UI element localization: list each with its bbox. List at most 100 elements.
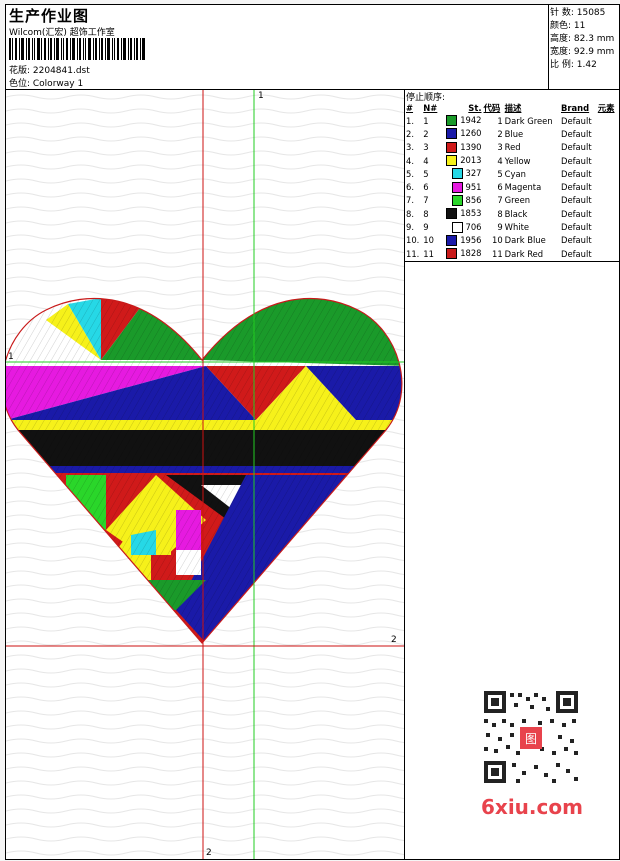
sheet-header: 生产作业图 Wilcom(汇宏) 超饰工作室 花版: 2204841.dst 色… [6,5,619,90]
row-stitches: 706 [465,221,482,232]
row-element-cell [597,234,618,247]
row-index-cell: 9. [405,220,422,233]
row-brand-cell: Default [560,167,597,180]
row-brand: Default [561,142,592,153]
row-needle: 3 [423,142,429,153]
row-index: 9. [406,222,414,233]
stitch-count: 针 数: 15085 [550,8,606,18]
col-element: 元素 [597,102,615,113]
row-brand-cell: Default [560,247,597,260]
row-index: 4. [406,155,414,166]
row-element-cell [597,180,618,193]
row-needle-cell: 7 [422,194,440,207]
row-code: 5 [497,168,503,179]
row-needle-cell: 1 [422,114,440,127]
color-swatch-icon [451,181,463,193]
row-code-cell: 2 [483,127,504,140]
row-code-cell: 8 [483,207,504,220]
row-needle-cell: 4 [422,154,440,167]
col-index: # [406,102,414,113]
row-index-cell: 11. [405,247,422,260]
row-index-cell: 2. [405,127,422,140]
guide-label-2-right: 2 [391,635,397,645]
row-brand: Default [561,222,592,233]
row-code: 6 [497,182,503,193]
row-brand: Default [561,128,592,139]
row-needle: 4 [423,155,429,166]
row-description-cell: Red [504,141,560,154]
row-element-cell [597,247,618,260]
row-stitches: 1828 [460,248,482,259]
row-index: 5. [406,168,414,179]
stop-rows: 1. 1 1942 1 Dark Green Default 2. 2 1260 2 Blue Def… [405,114,618,260]
row-brand: Default [561,168,592,179]
page-title: 生产作业图 [9,7,90,25]
row-needle-cell: 9 [422,220,440,233]
row-stitches-cell: 327 [440,167,482,180]
row-needle-cell: 5 [422,167,440,180]
row-stitches: 327 [465,168,482,179]
row-stitches: 1390 [460,141,482,152]
row-index-cell: 5. [405,167,422,180]
row-stitches-cell: 951 [440,180,482,193]
row-stitches-cell: 1853 [440,207,482,220]
col-code: 代码 [483,102,501,113]
color-swatch-icon [446,128,458,140]
col-description: 描述 [504,102,522,113]
row-code-cell: 10 [483,234,504,247]
row-element-cell [597,167,618,180]
row-description-cell: Yellow [504,154,560,167]
row-description: Blue [504,128,524,139]
row-index-cell: 1. [405,114,422,127]
row-needle: 11 [423,248,434,259]
row-element-cell [597,141,618,154]
row-element-cell [597,207,618,220]
design-scale: 比 例: 1.42 [550,60,597,70]
design-stats: 针 数: 15085 颜色: 11 高度: 82.3 mm 宽度: 92.9 m… [550,7,614,72]
row-code: 3 [497,142,503,153]
row-brand-cell: Default [560,141,597,154]
row-needle-cell: 8 [422,207,440,220]
row-description: Dark Red [504,248,544,259]
row-code: 8 [497,208,503,219]
row-brand: Default [561,248,592,259]
row-element-cell [597,154,618,167]
row-index: 10. [406,235,420,246]
row-code: 9 [497,222,503,233]
row-stitches-cell: 1942 [440,114,482,127]
table-row: 7. 7 856 7 Green Default [405,194,618,207]
qr-logo-text: 图 [525,732,537,746]
row-stitches: 1853 [460,208,482,219]
barcode-icon [9,38,145,60]
color-swatch-icon [446,141,458,153]
row-index-cell: 8. [405,207,422,220]
row-element-cell [597,220,618,233]
row-element-cell [597,194,618,207]
row-stitches: 2013 [460,155,482,166]
row-code-cell: 6 [483,180,504,193]
row-description: Black [504,208,528,219]
row-needle-cell: 10 [422,234,440,247]
row-description-cell: Blue [504,127,560,140]
row-description: Dark Green [504,115,553,126]
row-code: 11 [492,248,503,259]
embroidery-preview: 1 1 2 2 [6,90,405,859]
table-row: 1. 1 1942 1 Dark Green Default [405,114,618,127]
row-brand: Default [561,208,592,219]
row-code-cell: 4 [483,154,504,167]
company-subtitle: Wilcom(汇宏) 超饰工作室 [9,28,115,38]
row-code-cell: 1 [483,114,504,127]
table-row: 10. 10 1956 10 Dark Blue Default [405,234,618,247]
row-code: 10 [492,235,503,246]
row-description-cell: White [504,220,560,233]
row-description: Magenta [504,182,542,193]
table-row: 6. 6 951 6 Magenta Default [405,180,618,193]
color-swatch-icon [451,194,463,206]
row-stitches: 856 [465,194,482,205]
table-row: 9. 9 706 9 White Default [405,220,618,233]
row-index: 7. [406,195,414,206]
row-index-cell: 6. [405,180,422,193]
row-code-cell: 5 [483,167,504,180]
row-index: 8. [406,208,414,219]
row-needle-cell: 11 [422,247,440,260]
